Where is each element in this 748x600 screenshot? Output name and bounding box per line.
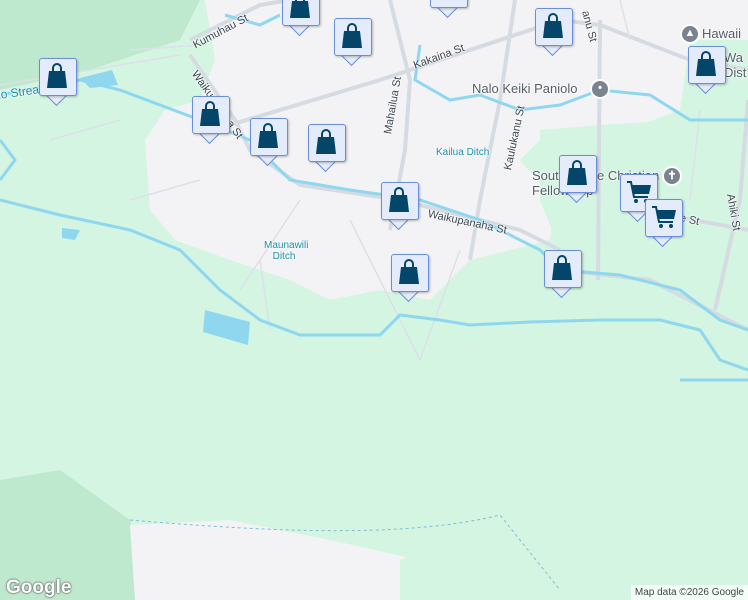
shopping-bag-marker[interactable] — [430, 0, 468, 19]
pond — [80, 70, 118, 88]
school-icon[interactable]: ▲ — [680, 24, 700, 44]
shopping-bag-marker[interactable] — [688, 46, 726, 95]
shopping-bag-marker[interactable] — [381, 182, 419, 231]
shopping-bag-marker[interactable] — [308, 124, 346, 173]
shopping-bag-marker[interactable] — [535, 8, 573, 57]
green-lower-patch — [400, 520, 560, 600]
shopping-bag-marker[interactable] — [391, 254, 429, 303]
water-label-maunawili-ditch: Maunawili Ditch — [264, 240, 309, 262]
poi-label-dist[interactable]: Wa Dist — [724, 50, 748, 80]
map-attribution[interactable]: Map data ©2026 Google — [630, 585, 748, 600]
shopping-bag-marker[interactable] — [334, 18, 372, 67]
shopping-bag-marker[interactable] — [250, 118, 288, 167]
google-logo[interactable]: Google — [6, 577, 71, 599]
poi-label-nalo[interactable]: Nalo Keiki Paniolo — [472, 81, 578, 96]
map-canvas[interactable] — [0, 0, 748, 600]
reservoir — [203, 310, 250, 345]
shopping-bag-marker[interactable] — [192, 96, 230, 145]
church-icon[interactable]: ✝ — [662, 166, 682, 186]
shopping-bag-marker[interactable] — [39, 58, 77, 107]
shopping-cart-marker[interactable] — [645, 199, 683, 248]
pond — [62, 228, 80, 240]
shopping-bag-marker[interactable] — [544, 250, 582, 299]
poi-label-hawaii[interactable]: Hawaii — [702, 26, 741, 41]
map-pin-icon[interactable]: • — [590, 79, 610, 99]
water-label-kailua-ditch: Kailua Ditch — [436, 147, 490, 158]
shopping-bag-marker[interactable] — [559, 155, 597, 204]
shopping-bag-marker[interactable] — [282, 0, 320, 37]
